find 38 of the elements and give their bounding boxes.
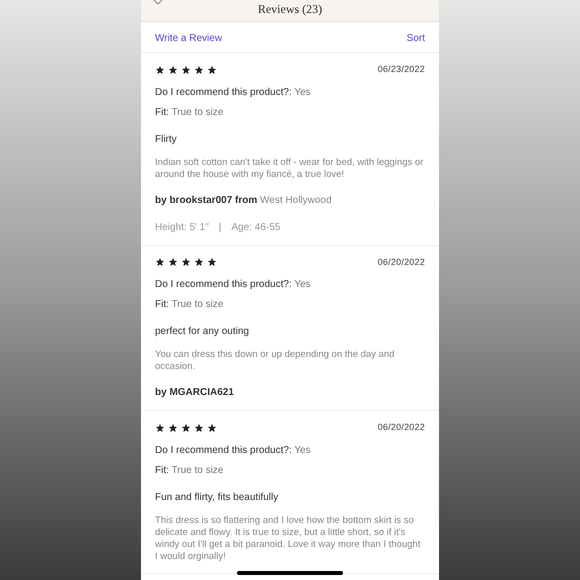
reviewer-line: by MGARCIA621 (155, 386, 235, 400)
star-icon (168, 64, 178, 75)
recommend-line: Do I recommend this product?: Yes (155, 444, 312, 458)
separator-text: | (218, 220, 222, 234)
fit-line: Fit: True to size (155, 464, 224, 478)
star-icon (181, 257, 191, 268)
review-body: You can dress this down or up depending on the day and occasion. (155, 349, 396, 373)
sort-link[interactable]: Sort (406, 31, 425, 46)
detail-text: Height: 5′ 1″ (155, 220, 209, 234)
review-body: This dress is so flattering and I love how the bottom skirt is so delicate and flowy. It is true to size, but a little short, so if it's windy out I'll get a bit paranoid. Love it way more than I thought I would orginally! (155, 514, 422, 562)
fit-line: Fit: True to size (155, 298, 224, 312)
reviewer-line: by brookstar007 from West Hollywood (155, 194, 333, 208)
detail-text: Age: 46-55 (231, 220, 280, 234)
review-title: perfect for any outing (155, 325, 250, 339)
write-review-link[interactable]: Write a Review (155, 31, 222, 46)
star-icon (181, 422, 191, 433)
header-title: Reviews (23) (258, 0, 322, 18)
star-icon (168, 422, 178, 433)
star-icon (155, 64, 165, 75)
review-body: Indian soft cotton can't take it off - wear for bed, with leggings or around the house with my fiancé, a true love! (155, 156, 424, 180)
recommend-line: Do I recommend this product?: Yes (155, 278, 312, 292)
review-date: 06/20/2022 (378, 421, 425, 434)
star-icon (194, 422, 204, 433)
star-icon (194, 257, 204, 268)
star-icon (155, 257, 165, 268)
review-title: Flirty (155, 132, 178, 146)
star-icon (155, 422, 165, 433)
star-icon (168, 257, 178, 268)
recommend-line: Do I recommend this product?: Yes (155, 86, 312, 100)
star-icon (207, 257, 217, 268)
fit-line: Fit: True to size (155, 106, 224, 120)
review-date: 06/20/2022 (378, 256, 425, 268)
review-date: 06/23/2022 (378, 63, 425, 76)
review-title: Fun and flirty, fits beautifully (155, 490, 280, 504)
star-icon (207, 64, 217, 75)
star-icon (207, 422, 217, 433)
star-icon (194, 64, 204, 75)
star-icon (181, 64, 191, 75)
